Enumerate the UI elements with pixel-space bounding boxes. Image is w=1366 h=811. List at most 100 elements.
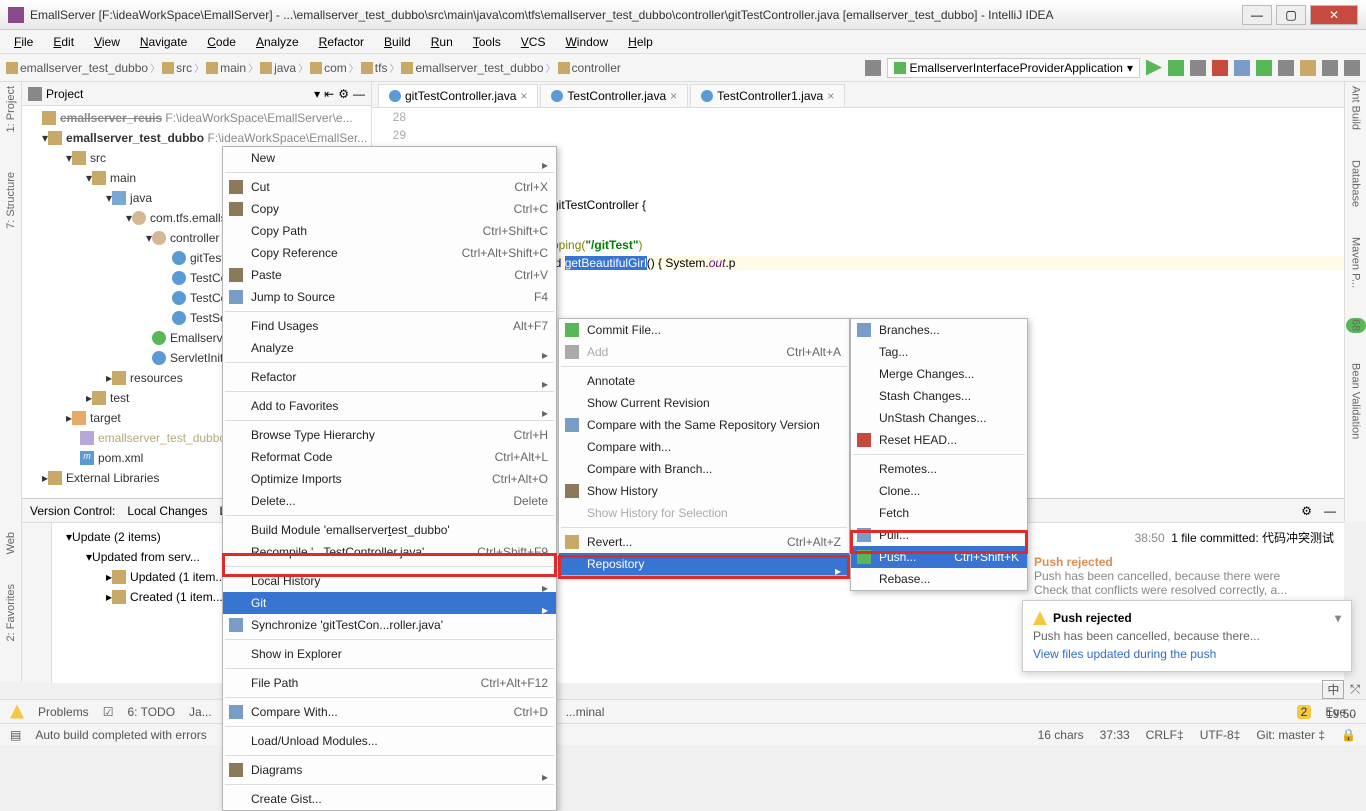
menu-item[interactable]: Compare with Branch... bbox=[559, 458, 849, 480]
menu-item[interactable]: Remotes... bbox=[851, 458, 1027, 480]
menu-file[interactable]: File bbox=[6, 33, 41, 51]
breadcrumb-item[interactable]: emallserver_test_dubbo bbox=[6, 61, 148, 75]
menu-item[interactable]: Merge Changes... bbox=[851, 363, 1027, 385]
menu-item[interactable]: Branches... bbox=[851, 319, 1027, 341]
menu-item[interactable]: Find UsagesAlt+F7 bbox=[223, 315, 556, 337]
menu-navigate[interactable]: Navigate bbox=[132, 33, 195, 51]
breadcrumb-item[interactable]: main bbox=[206, 61, 246, 75]
menu-item[interactable]: File PathCtrl+Alt+F12 bbox=[223, 672, 556, 694]
context-menu-main[interactable]: NewCutCtrl+XCopyCtrl+CCopy PathCtrl+Shif… bbox=[222, 146, 557, 811]
menu-item[interactable]: Create Gist... bbox=[223, 788, 556, 810]
tree-node[interactable]: java bbox=[130, 191, 152, 205]
menu-build[interactable]: Build bbox=[376, 33, 419, 51]
history-icon[interactable] bbox=[1278, 60, 1294, 76]
menu-edit[interactable]: Edit bbox=[45, 33, 82, 51]
menu-item[interactable]: Reset HEAD... bbox=[851, 429, 1027, 451]
status-line-sep[interactable]: CRLF‡ bbox=[1146, 728, 1184, 742]
menu-item[interactable]: Push...Ctrl+Shift+K bbox=[851, 546, 1027, 568]
menu-item[interactable]: Rebase... bbox=[851, 568, 1027, 590]
breadcrumb-item[interactable]: java bbox=[260, 61, 296, 75]
menu-analyze[interactable]: Analyze bbox=[248, 33, 307, 51]
notif-link[interactable]: View files updated during the push bbox=[1033, 647, 1341, 661]
menu-item[interactable]: Recompile '...TestController.java'Ctrl+S… bbox=[223, 541, 556, 563]
context-menu-git[interactable]: Commit File...AddCtrl+Alt+AAnnotateShow … bbox=[558, 318, 850, 576]
breadcrumb-item[interactable]: src bbox=[162, 61, 192, 75]
tab-project[interactable]: 1: Project bbox=[5, 86, 17, 132]
tab-problems[interactable]: Problems bbox=[38, 705, 89, 719]
close-icon[interactable]: × bbox=[520, 89, 527, 103]
status-encoding[interactable]: UTF-8‡ bbox=[1200, 728, 1241, 742]
hide-icon[interactable]: — bbox=[1324, 504, 1336, 518]
menu-item[interactable]: Compare with... bbox=[559, 436, 849, 458]
tree-node[interactable]: emallserver_test_dubbo bbox=[66, 131, 204, 145]
menu-item[interactable]: Load/Unload Modules... bbox=[223, 730, 556, 752]
menu-code[interactable]: Code bbox=[199, 33, 244, 51]
run-config-selector[interactable]: EmallserverInterfaceProviderApplication … bbox=[887, 58, 1140, 78]
tree-node[interactable]: emallserver_test_dubbo... bbox=[98, 431, 236, 445]
menu-item[interactable]: Browse Type HierarchyCtrl+H bbox=[223, 424, 556, 446]
menu-item[interactable]: Compare with the Same Repository Version bbox=[559, 414, 849, 436]
tab-terminal[interactable]: ...minal bbox=[566, 705, 605, 719]
menu-item[interactable]: Synchronize 'gitTestCon...roller.java' bbox=[223, 614, 556, 636]
menu-vcs[interactable]: VCS bbox=[513, 33, 554, 51]
menu-item[interactable]: Show Current Revision bbox=[559, 392, 849, 414]
menu-item[interactable]: Tag... bbox=[851, 341, 1027, 363]
context-menu-repository[interactable]: Branches...Tag...Merge Changes...Stash C… bbox=[850, 318, 1028, 591]
menu-item[interactable]: UnStash Changes... bbox=[851, 407, 1027, 429]
menu-item[interactable]: Refactor bbox=[223, 366, 556, 388]
close-button[interactable]: ✕ bbox=[1310, 5, 1358, 25]
menu-item[interactable]: Show History bbox=[559, 480, 849, 502]
hammer-icon[interactable] bbox=[865, 60, 881, 76]
close-icon[interactable]: × bbox=[670, 89, 677, 103]
search-icon[interactable] bbox=[1344, 60, 1360, 76]
breadcrumb-item[interactable]: com bbox=[310, 61, 347, 75]
menu-item[interactable]: Pull... bbox=[851, 524, 1027, 546]
menu-item[interactable]: PasteCtrl+V bbox=[223, 264, 556, 286]
menu-item[interactable]: Revert...Ctrl+Alt+Z bbox=[559, 531, 849, 553]
menu-item[interactable]: New bbox=[223, 147, 556, 169]
menu-item[interactable]: Copy ReferenceCtrl+Alt+Shift+C bbox=[223, 242, 556, 264]
editor-tab[interactable]: TestController.java × bbox=[540, 84, 688, 107]
status-caret-pos[interactable]: 37:33 bbox=[1100, 728, 1130, 742]
chevron-down-icon[interactable]: ▾ bbox=[314, 87, 320, 101]
menu-item[interactable]: Optimize ImportsCtrl+Alt+O bbox=[223, 468, 556, 490]
menu-item[interactable]: CopyCtrl+C bbox=[223, 198, 556, 220]
tree-node[interactable]: External Libraries bbox=[66, 471, 159, 485]
tab-java[interactable]: Ja... bbox=[189, 705, 212, 719]
breadcrumb-item[interactable]: emallserver_test_dubbo bbox=[401, 61, 543, 75]
menu-item[interactable]: Build Module 'emallservertest_dubbo' bbox=[223, 519, 556, 541]
tab-todo[interactable]: 6: TODO bbox=[127, 705, 175, 719]
editor-tab[interactable]: TestController1.java × bbox=[690, 84, 845, 107]
tab-web[interactable]: Web bbox=[5, 532, 17, 554]
menu-item[interactable]: Add to Favorites bbox=[223, 395, 556, 417]
gear-icon[interactable]: ⚙ bbox=[338, 87, 349, 101]
run-icon[interactable] bbox=[1146, 60, 1162, 76]
menu-run[interactable]: Run bbox=[423, 33, 461, 51]
menu-item[interactable]: Diagrams bbox=[223, 759, 556, 781]
menu-item[interactable]: Annotate bbox=[559, 370, 849, 392]
vcs-commit-icon[interactable] bbox=[1256, 60, 1272, 76]
tab-database[interactable]: Database bbox=[1350, 160, 1362, 207]
tab-bean-validation[interactable]: Bean Validation bbox=[1350, 363, 1362, 439]
menu-item[interactable]: Commit File... bbox=[559, 319, 849, 341]
menu-item[interactable]: Repository bbox=[559, 553, 849, 575]
tab-maven[interactable]: Maven P... bbox=[1350, 237, 1362, 288]
status-git-branch[interactable]: Git: master ‡ bbox=[1256, 728, 1325, 742]
menu-tools[interactable]: Tools bbox=[465, 33, 509, 51]
coverage-icon[interactable] bbox=[1190, 60, 1206, 76]
minimize-button[interactable]: — bbox=[1242, 5, 1272, 25]
ime-indicator[interactable]: 中 bbox=[1322, 680, 1344, 699]
tree-node[interactable]: resources bbox=[130, 371, 183, 385]
menu-item[interactable]: Reformat CodeCtrl+Alt+L bbox=[223, 446, 556, 468]
tab-favorites[interactable]: 2: Favorites bbox=[5, 584, 17, 641]
ime-toggle-icon[interactable]: ⤱ bbox=[1350, 682, 1360, 697]
menu-item[interactable]: Stash Changes... bbox=[851, 385, 1027, 407]
menu-item[interactable]: Jump to SourceF4 bbox=[223, 286, 556, 308]
menu-item[interactable]: Git bbox=[223, 592, 556, 614]
tab-ant[interactable]: Ant Build bbox=[1350, 86, 1362, 130]
close-icon[interactable]: × bbox=[827, 89, 834, 103]
statusbar-icon[interactable]: ▤ bbox=[10, 728, 21, 742]
breadcrumb-item[interactable]: controller bbox=[558, 61, 621, 75]
menu-refactor[interactable]: Refactor bbox=[311, 33, 372, 51]
chevron-down-icon[interactable]: ▾ bbox=[1335, 611, 1341, 625]
